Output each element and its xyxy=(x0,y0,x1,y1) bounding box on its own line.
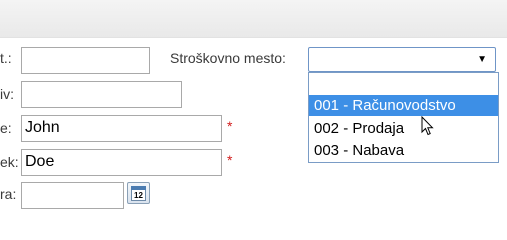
first-name-label: e: xyxy=(0,120,12,136)
cost-center-option-prodaja[interactable]: 002 - Prodaja xyxy=(309,118,498,139)
row1-label: t.: xyxy=(0,50,12,66)
date-input[interactable] xyxy=(21,182,124,209)
mouse-pointer-icon xyxy=(421,116,434,136)
row5-label: ra: xyxy=(0,186,17,202)
cost-center-select[interactable]: ▼ xyxy=(308,47,496,72)
cost-center-option-racunovodstvo[interactable]: 001 - Računovodstvo xyxy=(309,95,498,116)
row2-input[interactable] xyxy=(21,81,182,108)
last-name-label: ek: xyxy=(0,154,19,170)
first-name-input[interactable]: John xyxy=(21,115,222,142)
top-toolbar-area xyxy=(0,0,507,38)
cost-center-option-empty[interactable] xyxy=(309,73,498,94)
first-name-required-marker: * xyxy=(227,118,233,134)
calendar-icon-day: 12 xyxy=(131,190,146,201)
calendar-icon[interactable]: 12 xyxy=(127,182,150,204)
last-name-required-marker: * xyxy=(227,152,233,168)
cost-center-label: Stroškovno mesto: xyxy=(170,50,286,66)
cost-center-option-nabava[interactable]: 003 - Nabava xyxy=(309,140,498,161)
row1-input[interactable] xyxy=(21,47,150,74)
cost-center-dropdown-list: 001 - Računovodstvo 002 - Prodaja 003 - … xyxy=(308,72,499,163)
last-name-input[interactable]: Doe xyxy=(21,149,222,176)
row2-label: iv: xyxy=(0,86,14,102)
chevron-down-icon[interactable]: ▼ xyxy=(477,54,487,65)
